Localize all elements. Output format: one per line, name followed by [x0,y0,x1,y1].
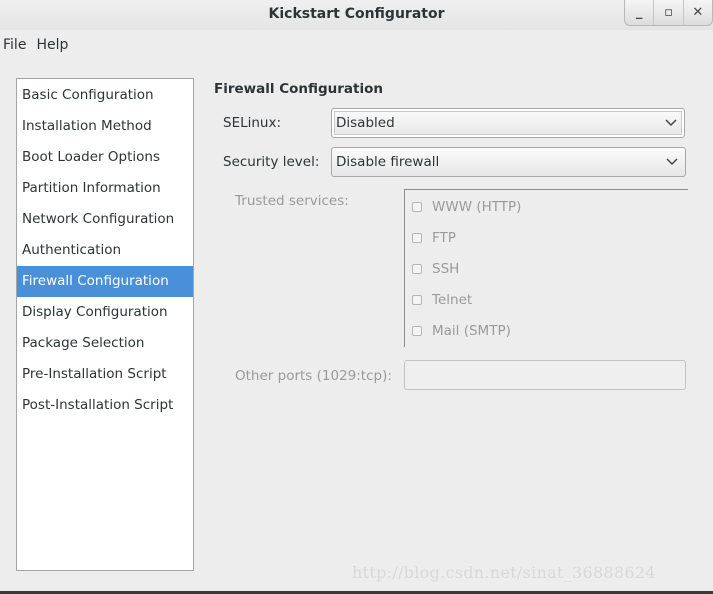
selinux-select[interactable]: Disabled [331,108,685,138]
service-mail-smtp[interactable]: Mail (SMTP) [412,321,511,341]
menu-bar: File Help [0,34,75,56]
sidebar-item-partition-information[interactable]: Partition Information [17,173,193,204]
sidebar-item-firewall-configuration[interactable]: Firewall Configuration [17,266,193,297]
other-ports-input[interactable] [404,360,686,390]
menu-help[interactable]: Help [33,34,75,56]
sidebar-item-basic-configuration[interactable]: Basic Configuration [17,80,193,111]
section-title: Firewall Configuration [214,81,384,97]
category-list: Basic Configuration Installation Method … [16,78,194,571]
other-ports-label: Other ports (1029:tcp): [235,368,392,384]
sidebar-item-pre-installation-script[interactable]: Pre-Installation Script [17,359,193,390]
service-ssh[interactable]: SSH [412,259,459,279]
service-label: Telnet [432,292,473,308]
sidebar-item-display-configuration[interactable]: Display Configuration [17,297,193,328]
sidebar-item-installation-method[interactable]: Installation Method [17,111,193,142]
sidebar-item-post-installation-script[interactable]: Post-Installation Script [17,390,193,421]
minimize-button[interactable]: _ [625,0,653,25]
chevron-down-icon [659,158,685,166]
service-label: WWW (HTTP) [432,199,522,215]
trusted-services-label: Trusted services: [235,193,349,209]
service-label: Mail (SMTP) [432,323,511,339]
sidebar-item-package-selection[interactable]: Package Selection [17,328,193,359]
maximize-button[interactable]: ▫ [653,0,682,25]
selinux-label: SELinux: [223,115,282,131]
security-level-label: Security level: [223,154,320,170]
sidebar-item-boot-loader-options[interactable]: Boot Loader Options [17,142,193,173]
service-telnet[interactable]: Telnet [412,290,472,310]
window-title: Kickstart Configurator [268,6,445,22]
service-ftp[interactable]: FTP [412,228,456,248]
security-level-select-value: Disable firewall [336,154,440,170]
security-level-select[interactable]: Disable firewall [331,147,686,177]
title-bar: Kickstart Configurator _ ▫ ✕ [0,0,713,30]
sidebar-item-authentication[interactable]: Authentication [17,235,193,266]
checkbox-mail-smtp[interactable] [412,326,422,336]
menu-file[interactable]: File [0,34,33,56]
close-button[interactable]: ✕ [682,0,712,25]
service-label: FTP [432,230,456,246]
checkbox-www-http[interactable] [412,202,422,212]
chevron-down-icon [658,119,684,127]
service-www-http[interactable]: WWW (HTTP) [412,197,521,217]
checkbox-ssh[interactable] [412,264,422,274]
window-controls: _ ▫ ✕ [624,0,713,26]
service-label: SSH [432,261,460,277]
watermark: http://blog.csdn.net/sinat_36888624 [352,563,656,582]
checkbox-telnet[interactable] [412,295,422,305]
sidebar-item-network-configuration[interactable]: Network Configuration [17,204,193,235]
checkbox-ftp[interactable] [412,233,422,243]
selinux-select-value: Disabled [336,115,395,131]
